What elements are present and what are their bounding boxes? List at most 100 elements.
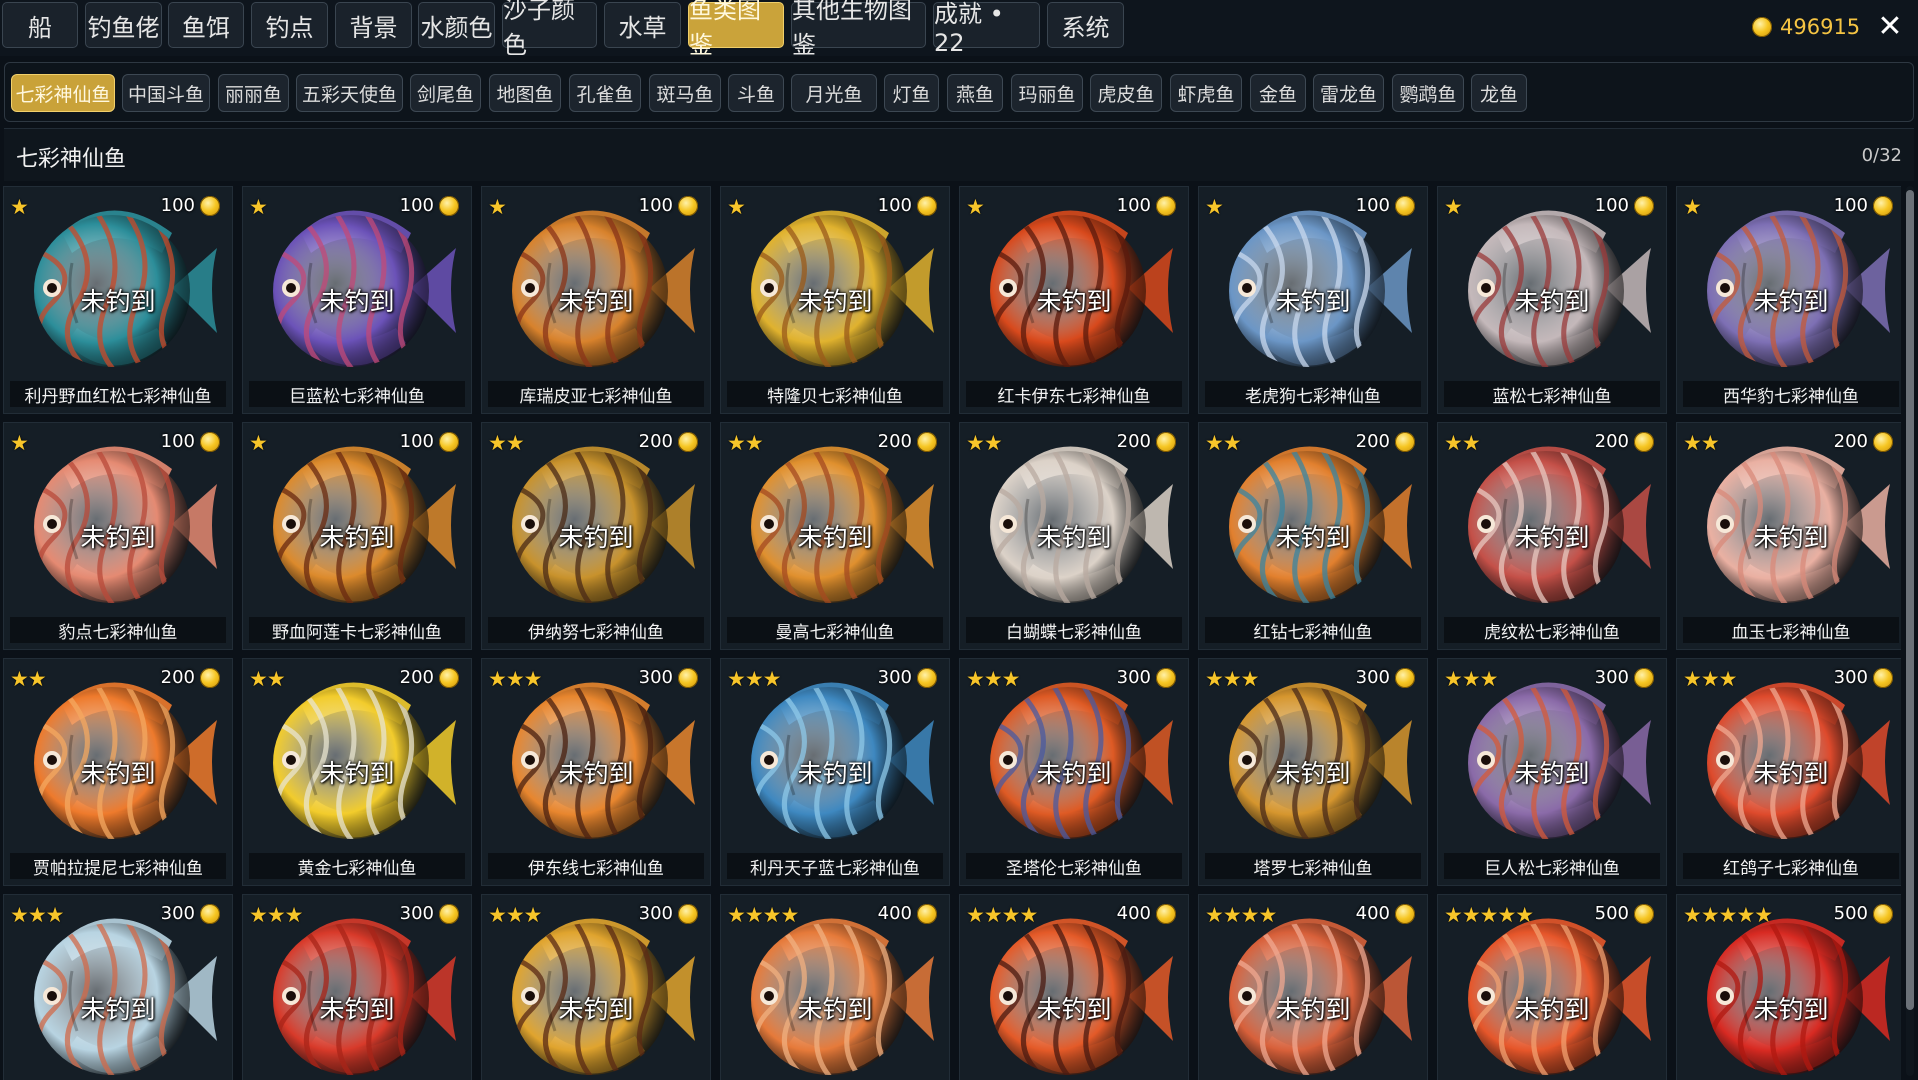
fish-name: 野血阿莲卡七彩神仙鱼 <box>249 617 465 643</box>
scrollbar-thumb[interactable] <box>1906 190 1914 1010</box>
fish-card[interactable]: ★★★★ 400 未钓到 <box>959 894 1189 1080</box>
not-caught-label: 未钓到 <box>1275 523 1351 552</box>
fish-card[interactable]: ★ 100 未钓到 利丹野血红松七彩神仙鱼 <box>3 186 233 414</box>
category-goby[interactable]: 虾虎鱼 <box>1170 74 1242 112</box>
tab-bait[interactable]: 鱼饵 <box>168 2 244 48</box>
category-oscar[interactable]: 地图鱼 <box>489 74 561 112</box>
fish-card[interactable]: ★ 100 未钓到 西华豹七彩神仙鱼 <box>1676 186 1901 414</box>
tab-other-creatures[interactable]: 其他生物图鉴 <box>791 0 926 59</box>
fish-card[interactable]: ★ 100 未钓到 野血阿莲卡七彩神仙鱼 <box>242 422 472 650</box>
category-angelfish[interactable]: 五彩天使鱼 <box>296 74 403 112</box>
coin-icon <box>1634 195 1654 216</box>
fish-card[interactable]: ★★★★★ 500 未钓到 <box>1437 894 1667 1080</box>
category-platy[interactable]: 月光鱼 <box>791 74 877 112</box>
fish-name: 血玉七彩神仙鱼 <box>1683 617 1899 643</box>
tab-fishing-spot[interactable]: 钓点 <box>251 2 328 48</box>
fish-price: 400 <box>1356 903 1415 924</box>
category-goldfish[interactable]: 金鱼 <box>1250 74 1306 112</box>
category-molly[interactable]: 玛丽鱼 <box>1011 74 1083 112</box>
fish-name: 巨蓝松七彩神仙鱼 <box>249 381 465 407</box>
tab-sand-color[interactable]: 沙子颜色 <box>502 0 597 59</box>
fish-price: 300 <box>878 667 937 688</box>
price-value: 100 <box>160 431 195 452</box>
rarity-stars: ★★★ <box>1444 667 1498 691</box>
category-guppy[interactable]: 孔雀鱼 <box>569 74 641 112</box>
tab-water-color[interactable]: 水颜色 <box>418 2 495 48</box>
category-snakehead[interactable]: 雷龙鱼 <box>1313 74 1384 112</box>
fish-card[interactable]: ★★ 200 未钓到 虎纹松七彩神仙鱼 <box>1437 422 1667 650</box>
fish-card[interactable]: ★ 100 未钓到 特隆贝七彩神仙鱼 <box>720 186 950 414</box>
fish-card[interactable]: ★★ 200 未钓到 曼高七彩神仙鱼 <box>720 422 950 650</box>
price-value: 300 <box>1116 667 1151 688</box>
fish-card[interactable]: ★★★★ 400 未钓到 <box>1198 894 1428 1080</box>
rarity-stars: ★★ <box>1683 431 1720 455</box>
fish-price: 100 <box>400 195 459 216</box>
fish-card[interactable]: ★★★★ 400 未钓到 <box>720 894 950 1080</box>
category-arowana[interactable]: 龙鱼 <box>1471 74 1527 112</box>
category-tetra[interactable]: 灯鱼 <box>884 74 939 112</box>
section-header: 七彩神仙鱼 0/32 <box>4 128 1914 181</box>
fish-card[interactable]: ★★★ 300 未钓到 <box>242 894 472 1080</box>
category-parrot-fish[interactable]: 鹦鹉鱼 <box>1392 74 1464 112</box>
category-betta[interactable]: 斗鱼 <box>728 74 784 112</box>
fish-card[interactable]: ★★★ 300 未钓到 <box>3 894 233 1080</box>
fish-card[interactable]: ★★★ 300 未钓到 <box>481 894 711 1080</box>
coin-icon <box>678 667 698 688</box>
fish-card[interactable]: ★★★ 300 未钓到 利丹天子蓝七彩神仙鱼 <box>720 658 950 886</box>
rarity-stars: ★★ <box>1205 431 1242 455</box>
category-dwarf-gourami[interactable]: 丽丽鱼 <box>218 74 289 112</box>
fish-name: 红卡伊东七彩神仙鱼 <box>966 381 1182 407</box>
tab-aquatic-plants[interactable]: 水草 <box>604 2 681 48</box>
fish-card[interactable]: ★★★ 300 未钓到 塔罗七彩神仙鱼 <box>1198 658 1428 886</box>
price-value: 100 <box>638 195 673 216</box>
fish-card[interactable]: ★★ 200 未钓到 黄金七彩神仙鱼 <box>242 658 472 886</box>
fish-card[interactable]: ★ 100 未钓到 蓝松七彩神仙鱼 <box>1437 186 1667 414</box>
close-button[interactable]: ✕ <box>1872 8 1908 44</box>
price-value: 200 <box>160 667 195 688</box>
tab-fish-encyclopedia[interactable]: 鱼类图鉴 <box>688 0 784 59</box>
fish-card[interactable]: ★★ 200 未钓到 贾帕拉提尼七彩神仙鱼 <box>3 658 233 886</box>
fish-card[interactable]: ★ 100 未钓到 库瑞皮亚七彩神仙鱼 <box>481 186 711 414</box>
not-caught-label: 未钓到 <box>80 523 156 552</box>
fish-card[interactable]: ★★ 200 未钓到 血玉七彩神仙鱼 <box>1676 422 1901 650</box>
fish-card[interactable]: ★★★ 300 未钓到 红鸽子七彩神仙鱼 <box>1676 658 1901 886</box>
fish-card[interactable]: ★★★ 300 未钓到 圣塔伦七彩神仙鱼 <box>959 658 1189 886</box>
fish-card[interactable]: ★★★★★ 500 未钓到 <box>1676 894 1901 1080</box>
not-caught-label: 未钓到 <box>558 523 634 552</box>
tab-background[interactable]: 背景 <box>335 2 412 48</box>
tab-boat[interactable]: 船 <box>2 2 78 48</box>
tab-achievements[interactable]: 成就 • 22 <box>933 0 1040 57</box>
tab-angler[interactable]: 钓鱼佬 <box>85 2 162 48</box>
scrollbar[interactable] <box>1906 186 1914 1076</box>
fish-card[interactable]: ★ 100 未钓到 红卡伊东七彩神仙鱼 <box>959 186 1189 414</box>
price-value: 500 <box>1594 903 1629 924</box>
category-swallow-fish[interactable]: 燕鱼 <box>947 74 1003 112</box>
not-caught-label: 未钓到 <box>1514 995 1590 1024</box>
tab-system[interactable]: 系统 <box>1047 2 1124 48</box>
fish-card[interactable]: ★ 100 未钓到 巨蓝松七彩神仙鱼 <box>242 186 472 414</box>
category-swordtail[interactable]: 剑尾鱼 <box>410 74 481 112</box>
fish-card[interactable]: ★★★ 300 未钓到 巨人松七彩神仙鱼 <box>1437 658 1667 886</box>
rarity-stars: ★ <box>10 195 29 219</box>
rarity-stars: ★ <box>249 431 268 455</box>
not-caught-label: 未钓到 <box>1514 759 1590 788</box>
fish-card[interactable]: ★ 100 未钓到 豹点七彩神仙鱼 <box>3 422 233 650</box>
category-paradise-fish[interactable]: 中国斗鱼 <box>122 74 210 112</box>
not-caught-label: 未钓到 <box>1275 995 1351 1024</box>
category-zebrafish[interactable]: 斑马鱼 <box>649 74 721 112</box>
rarity-stars: ★ <box>10 431 29 455</box>
not-caught-label: 未钓到 <box>1514 287 1590 316</box>
coin-icon <box>1873 667 1893 688</box>
fish-card[interactable]: ★★★ 300 未钓到 伊东线七彩神仙鱼 <box>481 658 711 886</box>
rarity-stars: ★ <box>727 195 746 219</box>
rarity-stars: ★★★ <box>10 903 64 927</box>
fish-card[interactable]: ★★ 200 未钓到 白蝴蝶七彩神仙鱼 <box>959 422 1189 650</box>
price-value: 400 <box>1116 903 1151 924</box>
fish-card[interactable]: ★★ 200 未钓到 红钻七彩神仙鱼 <box>1198 422 1428 650</box>
category-tiger-barb[interactable]: 虎皮鱼 <box>1090 74 1162 112</box>
coin-icon <box>678 903 698 924</box>
fish-card[interactable]: ★★ 200 未钓到 伊纳努七彩神仙鱼 <box>481 422 711 650</box>
fish-card[interactable]: ★ 100 未钓到 老虎狗七彩神仙鱼 <box>1198 186 1428 414</box>
rarity-stars: ★★ <box>10 667 47 691</box>
category-discus[interactable]: 七彩神仙鱼 <box>11 74 115 112</box>
